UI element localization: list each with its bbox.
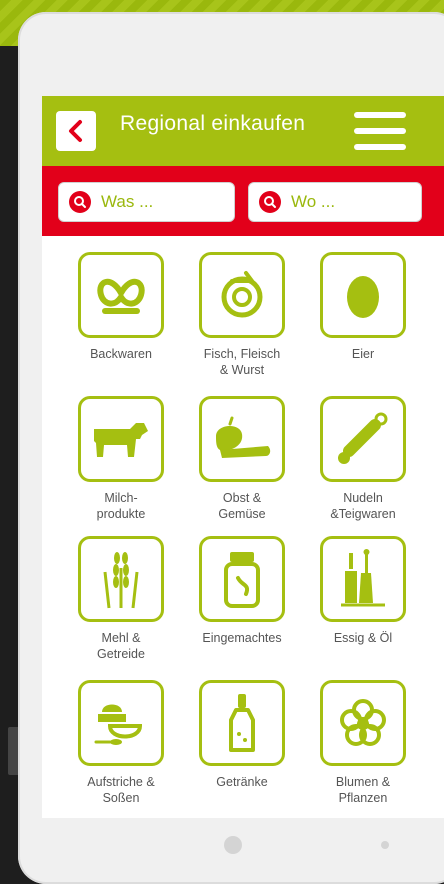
category-icon-box <box>199 396 285 482</box>
category-label: Mehl & Getreide <box>97 631 145 661</box>
what-search-field[interactable]: Was ... <box>58 182 235 222</box>
category-icon-box <box>199 680 285 766</box>
top-bar: Regional einkaufen <box>42 96 444 166</box>
bottle-icon <box>229 694 255 752</box>
where-search-placeholder: Wo ... <box>291 192 336 211</box>
category-label: Getränke <box>216 775 268 789</box>
jar-icon <box>224 552 260 608</box>
hamburger-line <box>354 112 406 118</box>
what-search-placeholder: Was ... <box>101 192 154 211</box>
category-label: Blumen & Pflanzen <box>335 775 391 805</box>
category-icon-box <box>78 396 164 482</box>
category-icon-box <box>78 680 164 766</box>
search-bar: Was ... Wo ... <box>42 166 444 236</box>
category-eingemachtes[interactable]: Eingemachtes <box>182 536 302 646</box>
category-icon-box <box>78 536 164 622</box>
pretzel-icon <box>97 279 145 314</box>
category-obst-gemuese[interactable]: Obst & Gemüse <box>182 396 302 522</box>
category-label: Eier <box>351 347 375 361</box>
egg-icon <box>347 276 379 318</box>
bottles-icon <box>341 549 385 607</box>
app-screen: Regional einkaufen Was ... Wo ... Backwa… <box>42 96 444 818</box>
search-icon <box>259 191 281 213</box>
nav-dot <box>381 841 389 849</box>
category-fisch-fleisch-wurst[interactable]: Fisch, Fleisch & Wurst <box>182 252 302 378</box>
search-icon <box>69 191 91 213</box>
category-icon-box <box>320 536 406 622</box>
category-icon-box <box>320 252 406 338</box>
spread-bowl-icon <box>94 704 143 745</box>
category-label: Obst & Gemüse <box>218 491 266 521</box>
category-label: Nudeln &Teigwaren <box>330 491 396 521</box>
category-icon-box <box>320 680 406 766</box>
page-title: Regional einkaufen <box>120 112 306 135</box>
category-label: Milch- produkte <box>96 491 146 521</box>
hamburger-line <box>354 144 406 150</box>
chevron-left-icon <box>69 120 82 142</box>
category-label: Aufstriche & Soßen <box>87 775 155 805</box>
hamburger-line <box>354 128 406 134</box>
home-button[interactable] <box>224 836 242 854</box>
category-mehl-getreide[interactable]: Mehl & Getreide <box>61 536 181 662</box>
category-essig-oel[interactable]: Essig & Öl <box>303 536 423 646</box>
category-label: Essig & Öl <box>333 631 393 645</box>
sausage-icon <box>221 271 263 318</box>
wheat-icon <box>103 552 139 609</box>
category-icon-box <box>320 396 406 482</box>
back-button[interactable] <box>56 111 96 151</box>
category-grid: Backwaren Fisch, Fleisch & Wurst Eier Mi… <box>42 236 444 818</box>
category-label: Fisch, Fleisch & Wurst <box>203 347 281 377</box>
category-icon-box <box>78 252 164 338</box>
category-backwaren[interactable]: Backwaren <box>61 252 181 362</box>
category-label: Backwaren <box>90 347 152 361</box>
category-label: Eingemachtes <box>202 631 282 645</box>
category-nudeln-teigwaren[interactable]: Nudeln &Teigwaren <box>303 396 423 522</box>
category-milchprodukte[interactable]: Milch- produkte <box>61 396 181 522</box>
fruit-vegetable-icon <box>216 416 271 458</box>
category-aufstriche-sossen[interactable]: Aufstriche & Soßen <box>61 680 181 806</box>
rolling-pin-icon <box>338 412 388 464</box>
menu-button[interactable] <box>354 112 406 150</box>
cow-icon <box>94 423 148 457</box>
where-search-field[interactable]: Wo ... <box>248 182 422 222</box>
category-blumen-pflanzen[interactable]: Blumen & Pflanzen <box>303 680 423 806</box>
flower-icon <box>340 699 386 746</box>
category-eier[interactable]: Eier <box>303 252 423 362</box>
category-getraenke[interactable]: Getränke <box>182 680 302 790</box>
category-icon-box <box>199 252 285 338</box>
category-icon-box <box>199 536 285 622</box>
